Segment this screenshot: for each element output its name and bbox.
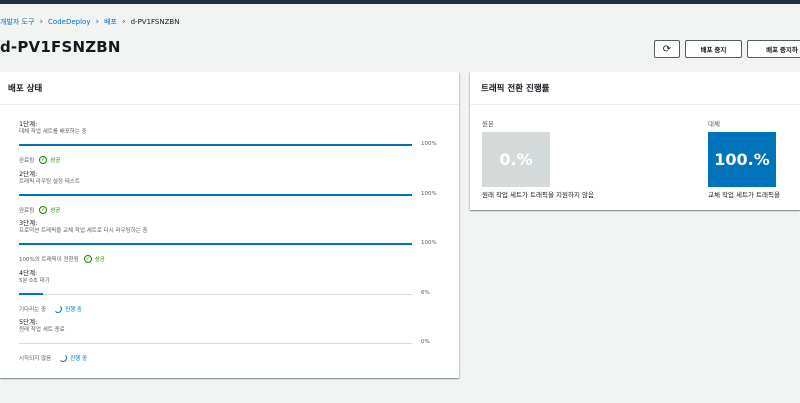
step-state-text: 기다리는 중 <box>19 307 47 313</box>
step-title: 3단계: <box>19 219 38 227</box>
step-state: 완료됨 ✓ 성공 <box>19 206 60 214</box>
step-state: 완료됨 ✓ 성공 <box>19 156 60 164</box>
step-result: 진행 중 <box>70 356 88 362</box>
deployment-status-title: 배포 상태 <box>0 72 459 105</box>
replacement-traffic-box: 100.% <box>708 132 776 187</box>
breadcrumb-deployments[interactable]: 배포 <box>104 17 117 27</box>
stop-deployment-button[interactable]: 배포 중지 <box>685 40 742 58</box>
in-progress-icon <box>59 354 68 362</box>
step-title: 4단계: <box>19 269 38 277</box>
step-progress-fill <box>19 144 412 146</box>
step-progress-fill <box>19 194 412 196</box>
replacement-label: 대체 <box>708 120 720 128</box>
step-percent: 100% <box>421 240 437 246</box>
chevron-right-icon: › <box>95 16 100 27</box>
original-label: 원본 <box>482 120 494 128</box>
breadcrumb-codedeploy[interactable]: CodeDeploy <box>48 18 90 26</box>
step-state-text: 시작되지 않음 <box>19 356 52 362</box>
step-state: 시작되지 않음 진행 중 <box>19 354 87 362</box>
original-traffic-note: 원래 작업 세트가 트래픽을 지원하지 않음 <box>482 191 594 199</box>
step-1: 1단계: 대체 작업 세트를 배포하는 중 100% 완료됨 ✓ 성공 <box>19 120 438 170</box>
step-result: 성공 <box>50 208 61 214</box>
step-4: 4단계: 5분 0초 대기 6% 기다리는 중 진행 중 <box>19 269 438 319</box>
step-5: 5단계: 원래 작업 세트 종료 0% 시작되지 않음 진행 중 <box>19 318 438 368</box>
step-progress-bar <box>19 144 412 146</box>
refresh-icon: ⟳ <box>662 43 672 55</box>
step-percent: 0% <box>421 339 430 345</box>
step-state-text: 완료됨 <box>19 158 35 164</box>
step-progress-bar <box>19 194 412 196</box>
step-2: 2단계: 트래픽 라우팅 설정 테스트 100% 완료됨 ✓ 성공 <box>19 170 438 220</box>
chevron-right-icon: › <box>121 16 126 27</box>
breadcrumb: 개발자 도구 › CodeDeploy › 배포 › d-PV1FSNZBN <box>0 15 179 29</box>
step-state: 기다리는 중 진행 중 <box>19 305 82 313</box>
step-description: 원래 작업 세트 종료 <box>19 327 65 333</box>
step-result: 성공 <box>50 158 61 164</box>
header-actions: ⟳ 배포 중지 배포 중지하 <box>654 40 800 58</box>
stop-and-rollback-button[interactable]: 배포 중지하 <box>747 40 800 58</box>
chevron-right-icon: › <box>39 16 44 27</box>
check-circle-icon: ✓ <box>83 255 92 263</box>
step-progress-bar <box>19 243 412 245</box>
step-progress-fill <box>19 293 43 295</box>
breadcrumb-developer-tools[interactable]: 개발자 도구 <box>0 17 34 27</box>
in-progress-icon <box>54 305 63 313</box>
step-state-text: 완료됨 <box>19 208 35 214</box>
step-progress-bar <box>19 293 412 295</box>
step-progress-fill <box>19 243 412 245</box>
traffic-shift-panel: 트래픽 전환 진행률 원본 0.% 원래 작업 세트가 트래픽을 지원하지 않음… <box>470 72 800 210</box>
step-description: 트래픽 라우팅 설정 테스트 <box>19 179 80 185</box>
step-title: 5단계: <box>19 318 38 326</box>
step-title: 2단계: <box>19 170 38 178</box>
breadcrumb-current: d-PV1FSNZBN <box>130 18 180 26</box>
replacement-traffic-note: 교체 작업 세트가 트래픽을 <box>708 191 780 199</box>
step-title: 1단계: <box>19 120 38 128</box>
step-state-text: 100%의 트래픽이 전환됨 <box>19 257 79 263</box>
step-result: 진행 중 <box>65 307 82 313</box>
check-circle-icon: ✓ <box>39 156 48 164</box>
step-result: 성공 <box>94 257 105 263</box>
check-circle-icon: ✓ <box>39 206 48 214</box>
step-state: 100%의 트래픽이 전환됨 ✓ 성공 <box>19 255 105 263</box>
step-percent: 6% <box>421 290 430 296</box>
traffic-shift-title: 트래픽 전환 진행률 <box>470 72 800 105</box>
step-percent: 100% <box>421 191 437 197</box>
step-percent: 100% <box>421 141 437 147</box>
step-description: 프로덕션 트래픽을 교체 작업 세트로 다시 라우팅하는 중 <box>19 228 148 234</box>
original-traffic-box: 0.% <box>482 132 550 187</box>
step-description: 대체 작업 세트를 배포하는 중 <box>19 129 87 135</box>
page-title: d-PV1FSNZBN <box>0 38 121 56</box>
step-progress-bar <box>19 343 412 344</box>
step-3: 3단계: 프로덕션 트래픽을 교체 작업 세트로 다시 라우팅하는 중 100%… <box>19 219 438 269</box>
deployment-status-panel: 배포 상태 1단계: 대체 작업 세트를 배포하는 중 100% 완료됨 ✓ 성… <box>0 72 459 378</box>
step-description: 5분 0초 대기 <box>19 278 50 284</box>
refresh-button[interactable]: ⟳ <box>654 40 680 58</box>
top-nav-bar <box>0 0 800 4</box>
